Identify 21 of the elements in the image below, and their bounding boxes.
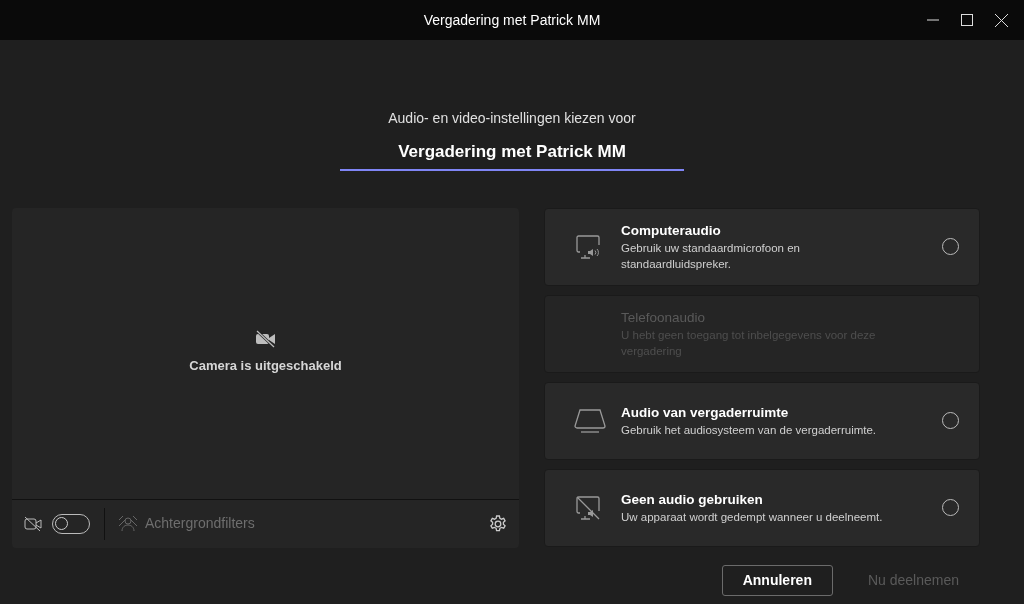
cancel-button[interactable]: Annuleren bbox=[721, 564, 833, 596]
option-description: Gebruik uw standaardmicrofoon en standaardluidspreker. bbox=[621, 241, 801, 272]
meeting-title-field[interactable]: Vergadering met Patrick MM bbox=[340, 137, 684, 171]
option-description: Gebruik het audiosysteem van de vergaderruimte. bbox=[621, 422, 878, 438]
audio-option-card[interactable]: Audio van vergaderruimte Gebruik het audiosysteem van de vergaderruimte. bbox=[544, 381, 980, 460]
option-title: Computeraudio bbox=[621, 221, 722, 240]
audio-option-card[interactable]: Computeraudio Gebruik uw standaardmicrofoon en standaardluidspreker. bbox=[544, 207, 980, 286]
camera-off-icon bbox=[24, 515, 42, 532]
heading: Audio- en video-instellingen kiezen voor bbox=[388, 109, 636, 128]
maximize-icon[interactable] bbox=[961, 14, 973, 26]
option-title: Geen audio gebruiken bbox=[621, 490, 764, 509]
window-title: Vergadering met Patrick MM bbox=[423, 10, 601, 30]
background-filter-icon bbox=[119, 515, 137, 532]
audio-option-card[interactable]: Geen audio gebruiken Uw apparaat wordt gedempt wanneer u deelneemt. bbox=[544, 468, 980, 547]
option-description: Uw apparaat wordt gedempt wanneer u deelneemt. bbox=[621, 509, 884, 525]
settings-icon[interactable] bbox=[489, 514, 507, 533]
option-title: Audio van vergaderruimte bbox=[621, 403, 790, 422]
camera-off-icon bbox=[254, 330, 277, 349]
camera-status-text: Camera is uitgeschakeld bbox=[189, 357, 342, 376]
room-speaker-icon bbox=[573, 407, 607, 434]
close-icon[interactable] bbox=[994, 13, 1008, 27]
